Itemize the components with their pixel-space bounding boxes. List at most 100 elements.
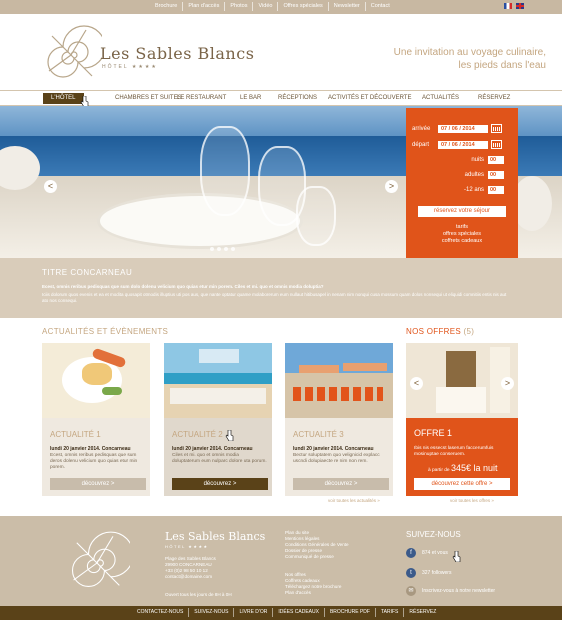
newsletter-text[interactable]: Inscrivez-vous à notre newsletter bbox=[422, 588, 495, 594]
nav-restaurant[interactable]: LE RESTAURANT bbox=[177, 93, 226, 104]
brand-name[interactable]: Les Sables Blancs bbox=[100, 44, 254, 63]
all-offers-link[interactable]: voir toutes les offres » bbox=[450, 498, 494, 503]
nights-select[interactable]: 00 bbox=[488, 156, 504, 164]
arrival-date-input[interactable]: 07 / 06 / 2014 bbox=[438, 124, 488, 133]
newsletter-icon[interactable]: ✉ bbox=[406, 586, 416, 596]
hero-prev-arrow-icon[interactable]: < bbox=[44, 180, 57, 193]
bottom-link-contact[interactable]: CONTACTEZ-NOUS bbox=[132, 608, 190, 617]
nights-label: nuits bbox=[471, 157, 484, 163]
arrival-row: arrivée 07 / 06 / 2014 bbox=[412, 124, 502, 133]
news-3-date: lundi 20 janvier 2014. Concarneau bbox=[293, 446, 374, 452]
news-1-image[interactable] bbox=[42, 343, 150, 418]
news-2-date: lundi 20 janvier 2014. Concarneau bbox=[172, 446, 253, 452]
offer-1-discover-button[interactable]: découvrez cette offre > bbox=[414, 478, 510, 490]
news-card-1: ACTUALITÉ 1 lundi 20 janvier 2014. Conca… bbox=[42, 418, 150, 496]
brand-subtitle: HÔTEL ★★★★ bbox=[102, 64, 158, 70]
nav-bar[interactable]: LE BAR bbox=[240, 93, 261, 104]
children-select[interactable]: 00 bbox=[488, 186, 504, 194]
calendar-icon[interactable] bbox=[491, 140, 502, 149]
book-stay-button[interactable]: réservez votre séjour bbox=[418, 206, 506, 217]
hero-next-arrow-icon[interactable]: > bbox=[385, 180, 398, 193]
departure-row: départ 07 / 06 / 2014 bbox=[412, 140, 502, 149]
calendar-icon[interactable] bbox=[491, 124, 502, 133]
nautilus-shell-logo-icon[interactable] bbox=[40, 24, 102, 86]
footer-brand-subtitle: HÔTEL ★★★★ bbox=[165, 544, 209, 549]
top-link-newsletter[interactable]: Newsletter bbox=[329, 2, 366, 11]
hero-dot[interactable] bbox=[217, 247, 221, 251]
nav-book[interactable]: RÉSERVEZ bbox=[478, 93, 510, 104]
footer-links-col-2: Nos offres Coffrets cadeaux Téléchargez … bbox=[285, 572, 341, 596]
newsletter-link[interactable]: ✉ Inscrivez-vous à notre newsletter bbox=[406, 586, 495, 596]
nav-rooms-suites[interactable]: CHAMBRES ET SUITES bbox=[115, 93, 182, 104]
news-3-text: Bectur soluptatem quo velignicid explacc… bbox=[293, 453, 380, 464]
bottom-link-guestbook[interactable]: LIVRE D'OR bbox=[234, 608, 274, 617]
booking-widget: arrivée 07 / 06 / 2014 départ 07 / 06 / … bbox=[406, 108, 518, 258]
offers-section-title: NOS OFFRES (5) bbox=[406, 327, 474, 336]
offer-1-text: Ibis nis essecst laserum faccerumfuis mo… bbox=[414, 446, 494, 457]
intro-body: Iciis dolorum quos evenis et ea et modit… bbox=[42, 292, 507, 303]
bottom-link-follow[interactable]: SUIVEZ-NOUS bbox=[189, 608, 235, 617]
footer-email[interactable]: contact@domaine.com bbox=[165, 574, 216, 580]
top-link-contact[interactable]: Contact bbox=[366, 2, 395, 11]
twitter-link[interactable]: t 327 followers bbox=[406, 568, 451, 578]
offer-next-arrow-icon[interactable]: > bbox=[501, 377, 514, 390]
hero-dot[interactable] bbox=[231, 247, 235, 251]
nav-receptions[interactable]: RÉCEPTIONS bbox=[278, 93, 317, 104]
nav-news[interactable]: ACTUALITÉS bbox=[422, 93, 459, 104]
offer-1-price-value: 345€ la nuit bbox=[450, 463, 498, 473]
facebook-link[interactable]: f 874 et vous bbox=[406, 548, 448, 558]
intro-section: TITRE CONCARNEAU Ecest, omnis reribus pe… bbox=[0, 258, 562, 318]
top-link-video[interactable]: Vidéo bbox=[253, 2, 279, 11]
follow-us-title: SUIVEZ-NOUS bbox=[406, 530, 461, 539]
offer-1-image[interactable]: < > bbox=[406, 343, 518, 418]
departure-date-input[interactable]: 07 / 06 / 2014 bbox=[438, 140, 488, 149]
news-1-date: lundi 20 janvier 2014. Concarneau bbox=[50, 446, 131, 452]
bottom-link-gift-ideas[interactable]: IDÉES CADEAUX bbox=[273, 608, 325, 617]
gift-boxes-link[interactable]: coffrets cadeaux bbox=[406, 238, 518, 245]
footer-link-access-map[interactable]: Plan d'accès bbox=[285, 590, 341, 596]
top-link-special-offers[interactable]: Offres spéciales bbox=[278, 2, 329, 11]
offer-prev-arrow-icon[interactable]: < bbox=[410, 377, 423, 390]
footer-brand-name: Les Sables Blancs bbox=[165, 530, 266, 543]
nav-activities[interactable]: ACTIVITÉS ET DÉCOUVERTE bbox=[328, 93, 411, 104]
news-1-discover-button[interactable]: découvrez > bbox=[50, 478, 146, 490]
language-switcher bbox=[504, 3, 524, 9]
top-link-brochure[interactable]: Brochure bbox=[150, 2, 184, 11]
nav-hotel[interactable]: L'HÔTEL bbox=[43, 93, 84, 104]
news-2-discover-button[interactable]: découvrez > bbox=[172, 478, 268, 490]
header: Les Sables Blancs HÔTEL ★★★★ Une invitat… bbox=[0, 14, 562, 90]
news-3-title[interactable]: ACTUALITÉ 3 bbox=[293, 430, 344, 439]
twitter-text[interactable]: 327 followers bbox=[422, 570, 451, 576]
adults-select[interactable]: 00 bbox=[488, 171, 504, 179]
news-3-image[interactable] bbox=[285, 343, 393, 418]
footer-link-press-release[interactable]: Communiqué de presse bbox=[285, 554, 349, 560]
children-label: -12 ans bbox=[463, 187, 484, 193]
news-2-title[interactable]: ACTUALITÉ 2 bbox=[172, 430, 223, 439]
arrival-label: arrivée bbox=[412, 125, 431, 132]
bottom-link-brochure-pdf[interactable]: BROCHURE PDF bbox=[325, 608, 376, 617]
intro-lead: Ecest, omnis reribus pedisquas que sum d… bbox=[42, 284, 324, 289]
news-3-discover-button[interactable]: découvrez > bbox=[293, 478, 389, 490]
special-offers-link[interactable]: offres spéciales bbox=[406, 231, 518, 238]
hero-dot[interactable] bbox=[224, 247, 228, 251]
facebook-icon[interactable]: f bbox=[406, 548, 416, 558]
intro-title: TITRE CONCARNEAU bbox=[42, 268, 133, 277]
hero-dot[interactable] bbox=[210, 247, 214, 251]
hero-glass-3 bbox=[296, 186, 336, 246]
french-flag-icon[interactable] bbox=[504, 3, 512, 9]
facebook-text[interactable]: 874 et vous bbox=[422, 550, 448, 556]
news-1-title[interactable]: ACTUALITÉ 1 bbox=[50, 430, 101, 439]
news-2-text: Ciles et mi. quo et omnis modia doluptat… bbox=[172, 453, 267, 464]
news-2-image[interactable] bbox=[164, 343, 272, 418]
offer-1-title[interactable]: OFFRE 1 bbox=[414, 428, 452, 438]
all-news-link[interactable]: voir toutes les actualités » bbox=[328, 498, 380, 503]
offer-card-1: OFFRE 1 Ibis nis essecst laserum facceru… bbox=[406, 418, 518, 496]
top-link-photos[interactable]: Photos bbox=[225, 2, 254, 11]
twitter-icon[interactable]: t bbox=[406, 568, 416, 578]
english-flag-icon[interactable] bbox=[516, 3, 524, 9]
top-link-access-map[interactable]: Plan d'accès bbox=[183, 2, 226, 11]
rates-link[interactable]: tarifs bbox=[406, 224, 518, 231]
bottom-link-rates[interactable]: TARIFS bbox=[376, 608, 405, 617]
news-section-title: ACTUALITÉS ET ÉVÈNEMENTS bbox=[42, 327, 169, 336]
bottom-link-book[interactable]: RÉSERVEZ bbox=[404, 608, 441, 617]
